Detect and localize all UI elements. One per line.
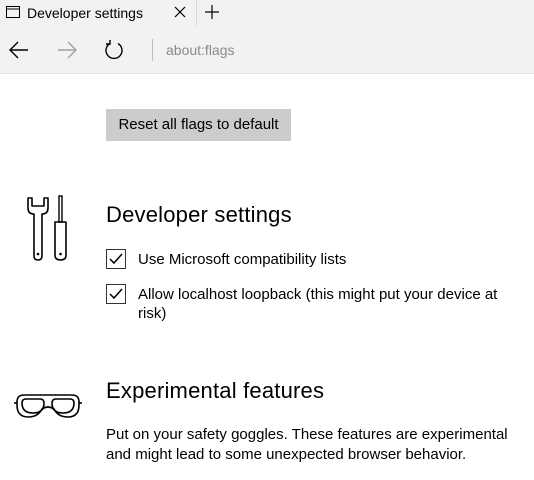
navigation-bar [0, 26, 534, 73]
tab-developer-settings[interactable]: Developer settings [0, 0, 196, 26]
goggles-icon [14, 394, 82, 418]
tab-strip: Developer settings [0, 0, 534, 26]
refresh-icon[interactable] [103, 39, 125, 61]
experimental-features-description: Put on your safety goggles. These featur… [106, 426, 508, 463]
navbar-divider [0, 73, 534, 74]
checkbox[interactable] [106, 284, 126, 304]
checkmark-icon [109, 253, 123, 265]
back-arrow-icon[interactable] [8, 39, 30, 61]
address-separator [152, 39, 153, 61]
experimental-features-heading: Experimental features [106, 378, 325, 403]
page-icon [6, 6, 20, 18]
checkbox-label: Allow localhost loopback (this might put… [138, 286, 498, 322]
close-icon[interactable] [172, 4, 188, 20]
forward-arrow-icon[interactable] [56, 39, 78, 61]
reset-all-flags-button[interactable]: Reset all flags to default [106, 109, 291, 141]
plus-icon[interactable] [203, 3, 221, 21]
address-input[interactable] [166, 41, 526, 59]
tab-title: Developer settings [27, 5, 143, 21]
tab-divider [196, 0, 197, 26]
checkbox[interactable] [106, 249, 126, 269]
developer-settings-heading: Developer settings [106, 202, 292, 227]
checkmark-icon [109, 288, 123, 300]
checkbox-label: Use Microsoft compatibility lists [138, 251, 347, 268]
tools-icon [27, 195, 67, 261]
